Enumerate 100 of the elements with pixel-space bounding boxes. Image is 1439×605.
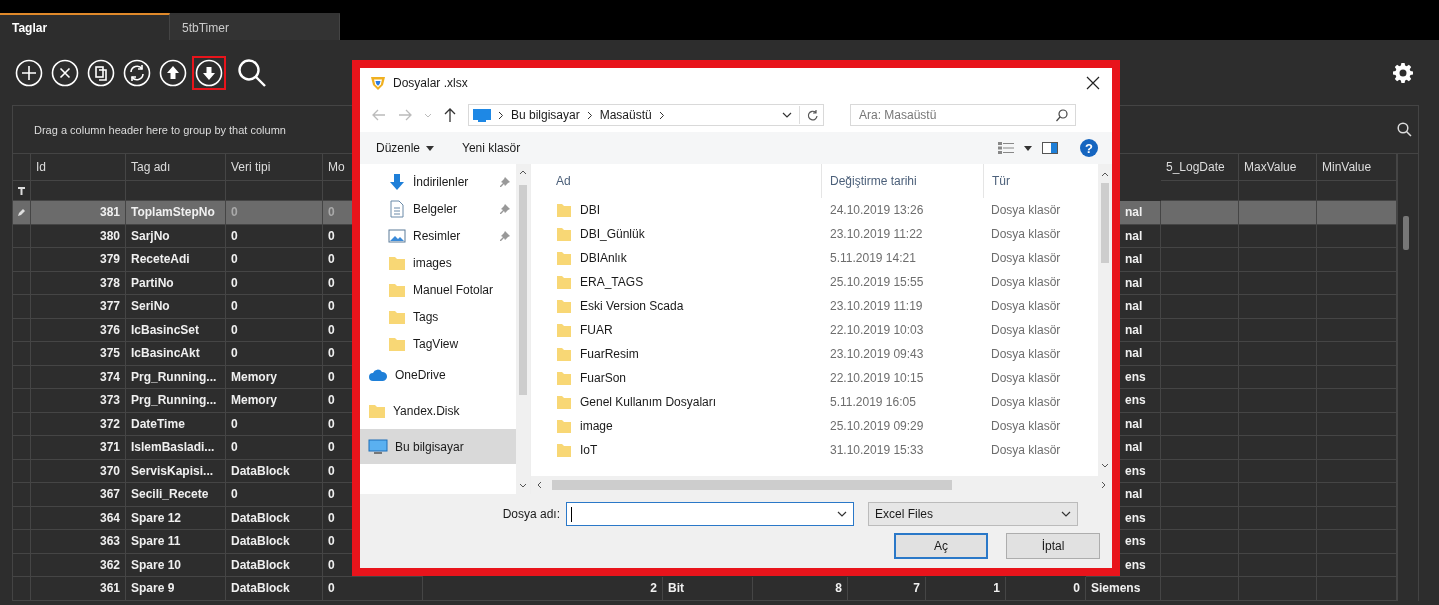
file-date: 22.10.2019 10:15 — [829, 371, 925, 385]
scrollbar[interactable] — [516, 164, 530, 494]
table-cell: nal — [1125, 299, 1143, 314]
chevron-right-icon[interactable] — [1101, 481, 1106, 489]
chevron-down-icon[interactable] — [837, 511, 847, 517]
breadcrumb-item[interactable]: Bu bilgisayar — [511, 108, 580, 122]
column-header[interactable]: Tür — [983, 164, 1073, 198]
pencil-icon — [17, 208, 26, 217]
file-name[interactable]: ERA_TAGS — [580, 275, 644, 289]
command-button[interactable]: Düzenle — [372, 139, 439, 157]
tab[interactable]: 5tbTimer — [170, 13, 340, 40]
column-header[interactable]: MinValue — [1317, 154, 1397, 181]
chevron-down-icon[interactable] — [1101, 463, 1109, 468]
command-button[interactable]: Yeni klasör — [458, 139, 525, 157]
file-type: Dosya klasör — [990, 371, 1062, 385]
nav-item[interactable]: Bu bilgisayar — [360, 429, 516, 464]
file-name[interactable]: FuarResim — [580, 347, 639, 361]
column-header[interactable]: 5_LogDate — [1161, 154, 1239, 181]
caret-icon[interactable] — [1024, 145, 1032, 151]
filter-icon[interactable] — [18, 186, 25, 195]
file-date: 5.11.2019 14:21 — [829, 251, 917, 265]
folder-icon — [556, 394, 572, 410]
file-name[interactable]: Eski Version Scada — [580, 299, 684, 313]
pin-icon[interactable] — [500, 176, 510, 187]
scroll-thumb[interactable] — [519, 185, 527, 395]
file-type-dropdown[interactable]: Excel Files — [868, 502, 1078, 526]
table-cell: 8 — [753, 577, 848, 601]
table-cell: 0 — [226, 342, 323, 366]
file-type: Dosya klasör — [990, 347, 1062, 361]
pin-icon[interactable] — [500, 203, 510, 214]
table-cell: IcBasincAkt — [126, 342, 226, 366]
scroll-thumb[interactable] — [552, 480, 952, 490]
nav-item[interactable]: İndirilenler — [360, 168, 516, 195]
file-date: 25.10.2019 15:55 — [829, 275, 925, 289]
table-cell: Spare 12 — [126, 506, 226, 530]
table-cell: 0 — [226, 295, 323, 319]
column-header[interactable]: Tag adı — [126, 154, 226, 181]
chevron-up-icon[interactable] — [519, 170, 527, 175]
table-cell: IslemBasladi... — [126, 436, 226, 460]
table-cell: SeriNo — [126, 295, 226, 319]
forward-icon[interactable] — [398, 109, 412, 121]
column-header[interactable]: Ad — [531, 174, 821, 188]
search-icon[interactable] — [1397, 122, 1412, 137]
file-type: Dosya klasör — [990, 275, 1062, 289]
folder-icon — [556, 322, 572, 338]
file-name[interactable]: Genel Kullanım Dosyaları — [580, 395, 717, 409]
file-name[interactable]: FUAR — [580, 323, 613, 337]
file-name[interactable]: image — [580, 419, 613, 433]
chevron-down-icon[interactable] — [1061, 511, 1071, 517]
breadcrumb-item[interactable]: Masaüstü — [599, 108, 652, 122]
chevron-down-icon[interactable] — [519, 483, 527, 488]
close-icon — [51, 58, 79, 87]
scrollbar[interactable] — [1098, 164, 1112, 476]
back-icon[interactable] — [372, 109, 386, 121]
file-name[interactable]: FuarSon — [580, 371, 627, 385]
search-icon[interactable] — [1056, 109, 1068, 122]
settings-icon[interactable] — [1393, 62, 1413, 83]
table-cell: nal — [1125, 252, 1143, 267]
file-name[interactable]: IoT — [580, 443, 598, 457]
open-button[interactable]: Aç — [894, 533, 988, 559]
search-field[interactable]: Ara: Masaüstü — [850, 104, 1076, 126]
filename-field[interactable] — [566, 502, 854, 526]
table-cell: ens — [1125, 510, 1146, 525]
scroll-thumb[interactable] — [1402, 216, 1409, 250]
file-name[interactable]: DBI_Günlük — [580, 227, 645, 241]
chevron-up-icon[interactable] — [1101, 172, 1109, 177]
table-cell: Memory — [226, 389, 323, 413]
table-cell: 367 — [31, 483, 126, 507]
refresh-icon — [123, 58, 151, 87]
file-date: 25.10.2019 09:29 — [829, 419, 925, 433]
column-header[interactable]: Veri tipi — [226, 154, 323, 181]
table-cell: nal — [1125, 322, 1143, 337]
chevron-down-icon[interactable] — [782, 112, 792, 118]
cancel-button[interactable]: İptal — [1006, 533, 1100, 559]
help-button[interactable]: ? — [1080, 139, 1098, 157]
row-header[interactable] — [13, 201, 31, 225]
preview-pane-icon[interactable] — [1042, 142, 1058, 154]
up-arrow-icon[interactable] — [444, 108, 456, 122]
column-header[interactable]: MaxValue — [1239, 154, 1317, 181]
table-cell: Siemens — [1086, 577, 1161, 601]
chevron-left-icon[interactable] — [537, 481, 542, 489]
column-header[interactable]: Id — [31, 154, 126, 181]
table-cell: Bit — [663, 577, 753, 601]
file-date: 5.11.2019 16:05 — [829, 395, 917, 409]
download-button[interactable] — [192, 55, 226, 90]
chevron-icon — [498, 110, 504, 120]
file-name[interactable]: DBI — [580, 203, 600, 217]
download-icon — [388, 172, 406, 191]
table-cell: ens — [1125, 534, 1146, 549]
list-view-icon[interactable] — [998, 142, 1014, 154]
column-header[interactable]: Değiştirme tarihi — [821, 164, 983, 198]
table-cell: nal — [1125, 440, 1143, 455]
close-button[interactable] — [1084, 74, 1102, 92]
file-name[interactable]: DBIAnlık — [580, 251, 627, 265]
upload-icon — [159, 58, 187, 87]
scroll-thumb[interactable] — [1101, 183, 1109, 263]
pin-icon[interactable] — [500, 230, 510, 241]
tab[interactable]: Taglar — [0, 13, 170, 40]
refresh-icon[interactable] — [807, 108, 819, 122]
address-bar[interactable]: Bu bilgisayar Masaüstü — [468, 104, 824, 126]
